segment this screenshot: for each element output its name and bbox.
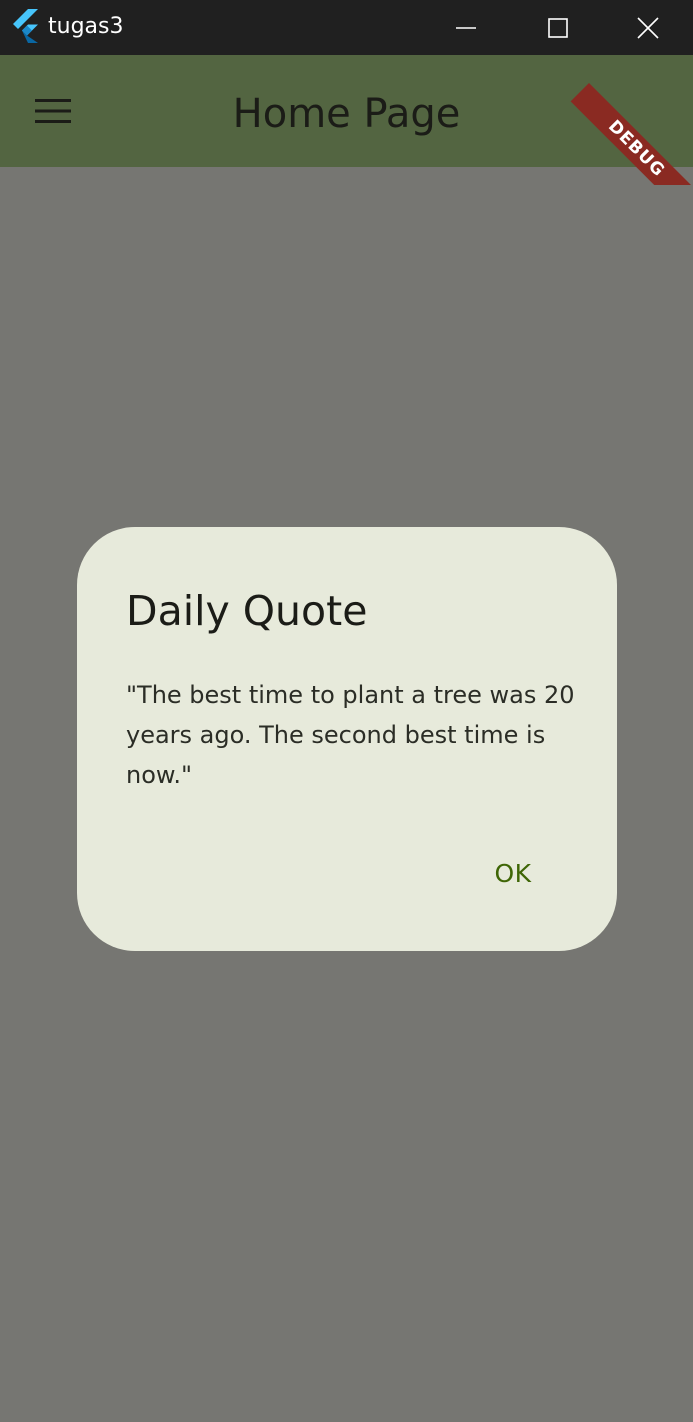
ok-button[interactable]: OK xyxy=(473,849,553,899)
page-title: Home Page xyxy=(232,91,461,137)
dialog-quote-text: "The best time to plant a tree was 20 ye… xyxy=(126,681,575,789)
close-button[interactable] xyxy=(603,0,693,55)
maximize-button[interactable] xyxy=(511,0,604,55)
app-window: tugas3 Home Page DEBUG Daily Quote "The … xyxy=(0,0,693,1422)
minimize-button[interactable] xyxy=(419,0,512,55)
window-title-bar[interactable]: tugas3 xyxy=(0,0,693,55)
minimize-icon xyxy=(455,26,476,29)
dialog-title: Daily Quote xyxy=(126,587,368,635)
close-icon xyxy=(637,16,659,39)
app-bar: Home Page xyxy=(0,55,693,167)
daily-quote-dialog: Daily Quote "The best time to plant a tr… xyxy=(77,527,617,951)
maximize-icon xyxy=(547,17,568,38)
window-title: tugas3 xyxy=(48,14,124,39)
flutter-logo-icon xyxy=(13,9,38,43)
